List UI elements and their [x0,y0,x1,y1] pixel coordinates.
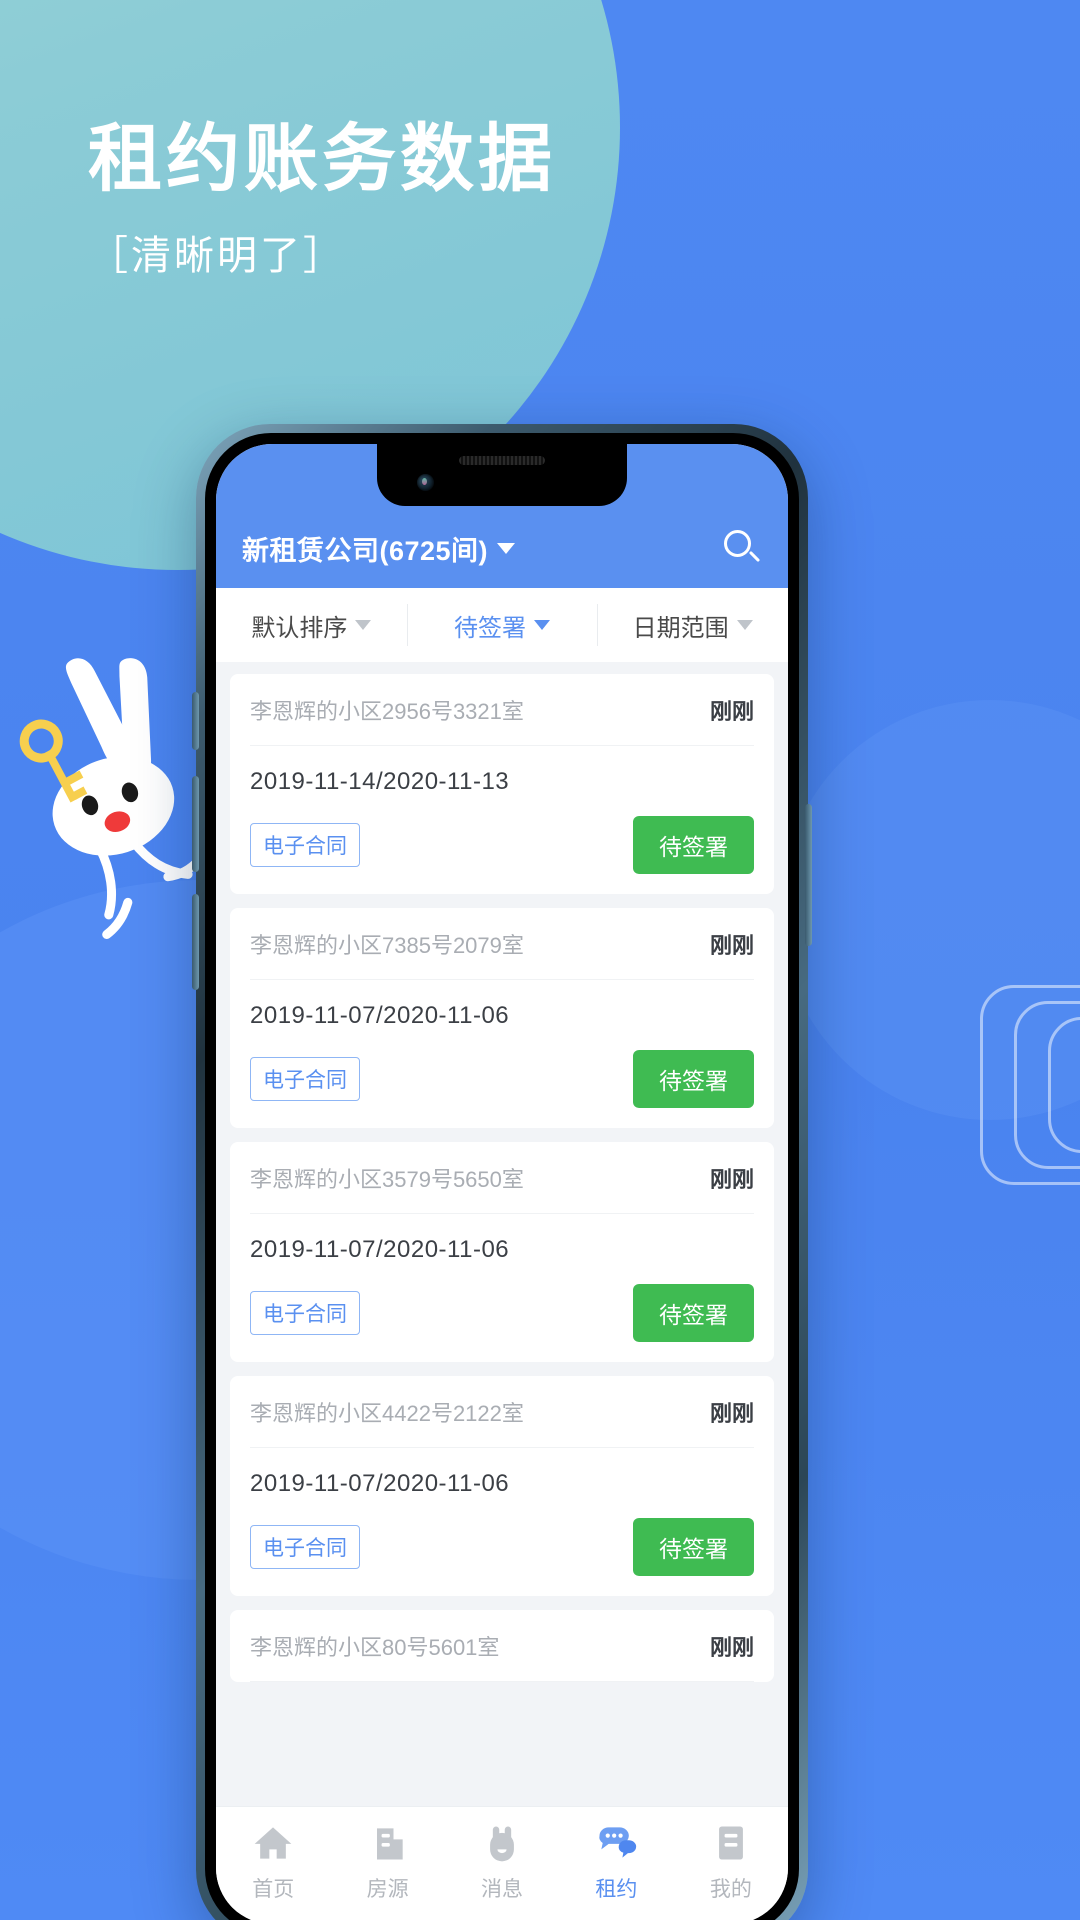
lease-date-range: 2019-11-07/2020-11-06 [250,1002,510,1029]
search-icon[interactable] [722,528,762,568]
tab-leases-label: 租约 [595,1878,638,1901]
phone-notch [377,444,627,506]
chevron-down-icon [355,620,372,630]
tab-listings[interactable]: 房源 [330,1821,444,1903]
earpiece-speaker-icon [459,456,545,465]
document-icon [718,1826,743,1860]
lease-card-header: 李恩辉的小区7385号2079室 刚刚 [250,908,754,980]
lease-card-body: 2019-11-14/2020-11-13 电子合同 待签署 [250,746,754,894]
lease-card[interactable]: 李恩辉的小区2956号3321室 刚刚 2019-11-14/2020-11-1… [230,674,774,894]
phone-volume-up-button[interactable] [192,776,199,872]
phone-volume-down-button[interactable] [192,894,199,990]
contract-type-tag: 电子合同 [250,1057,360,1101]
phone-power-button[interactable] [805,804,812,946]
filter-date-range-label: 日期范围 [632,614,729,642]
lease-card[interactable]: 李恩辉的小区80号5601室 刚刚 [230,1610,774,1682]
chevron-down-icon [534,620,550,630]
front-camera-icon [417,474,434,491]
lease-address: 李恩辉的小区80号5601室 [250,1634,500,1660]
lease-card-footer: 电子合同 待签署 [250,816,754,874]
tab-messages[interactable]: 消息 [445,1821,559,1903]
tab-messages-label: 消息 [481,1878,524,1901]
tab-leases[interactable]: 租约 [559,1821,673,1903]
lease-timestamp: 刚刚 [709,1166,754,1192]
lease-card-header: 李恩辉的小区2956号3321室 刚刚 [250,674,754,746]
lease-card-footer: 电子合同 待签署 [250,1284,754,1342]
chevron-down-icon [497,542,516,554]
chevron-down-icon [736,620,753,630]
contract-type-tag: 电子合同 [250,1525,360,1569]
promo-headline: 租约账务数据 [88,117,556,200]
phone-device-frame: 新租赁公司(6725间) 默认排序 待签署 日期范围 李恩辉的小区2956号33… [192,424,812,1920]
lease-card[interactable]: 李恩辉的小区7385号2079室 刚刚 2019-11-07/2020-11-0… [230,908,774,1128]
home-icon [254,1827,292,1859]
lease-status-button[interactable]: 待签署 [633,816,754,874]
phone-screen: 新租赁公司(6725间) 默认排序 待签署 日期范围 李恩辉的小区2956号33… [216,444,788,1920]
contract-type-tag: 电子合同 [250,1291,360,1335]
phone-bezel: 新租赁公司(6725间) 默认排序 待签署 日期范围 李恩辉的小区2956号33… [205,433,799,1920]
lease-card-body: 2019-11-07/2020-11-06 电子合同 待签署 [250,1214,754,1362]
lease-list[interactable]: 李恩辉的小区2956号3321室 刚刚 2019-11-14/2020-11-1… [216,662,788,1806]
filter-status-label: 待签署 [454,614,526,642]
tab-profile[interactable]: 我的 [674,1821,788,1903]
lease-card-header: 李恩辉的小区3579号5650室 刚刚 [250,1142,754,1214]
ring-lines-decoration [840,955,1080,1215]
tab-home[interactable]: 首页 [216,1821,330,1903]
rabbit-icon [490,1826,514,1862]
lease-timestamp: 刚刚 [709,1634,754,1660]
tab-profile-label: 我的 [709,1878,752,1901]
lease-date-range: 2019-11-14/2020-11-13 [250,768,510,795]
lease-card-footer: 电子合同 待签署 [250,1050,754,1108]
tab-home-label: 首页 [252,1878,295,1901]
promo-text-block: 租约账务数据 ［清晰明了］ [88,118,556,281]
lease-address: 李恩辉的小区7385号2079室 [250,932,524,958]
tab-listings-label: 房源 [366,1878,409,1901]
lease-card-body: 2019-11-07/2020-11-06 电子合同 待签署 [250,1448,754,1596]
lease-card-footer: 电子合同 待签署 [250,1518,754,1576]
building-icon [376,1828,403,1860]
contract-type-tag: 电子合同 [250,823,360,867]
phone-mute-switch[interactable] [192,692,199,750]
lease-card[interactable]: 李恩辉的小区3579号5650室 刚刚 2019-11-07/2020-11-0… [230,1142,774,1362]
lease-card[interactable]: 李恩辉的小区4422号2122室 刚刚 2019-11-07/2020-11-0… [230,1376,774,1596]
lease-address: 李恩辉的小区4422号2122室 [250,1400,524,1426]
bottom-tab-bar: 首页 房源 消息 租约 我的 [216,1806,788,1920]
company-name-label: 新租赁公司(6725间) [242,535,489,566]
lease-address: 李恩辉的小区2956号3321室 [250,698,524,724]
filter-sort[interactable]: 默认排序 [216,588,407,662]
chat-bubbles-icon [599,1827,637,1858]
filter-date-range[interactable]: 日期范围 [597,588,788,662]
lease-timestamp: 刚刚 [709,1400,754,1426]
lease-card-header: 李恩辉的小区80号5601室 刚刚 [250,1610,754,1682]
lease-address: 李恩辉的小区3579号5650室 [250,1166,524,1192]
filter-sort-label: 默认排序 [251,614,348,642]
promo-subheadline: ［清晰明了］ [88,234,346,279]
lease-status-button[interactable]: 待签署 [633,1050,754,1108]
lease-card-body: 2019-11-07/2020-11-06 电子合同 待签署 [250,980,754,1128]
lease-status-button[interactable]: 待签署 [633,1284,754,1342]
lease-date-range: 2019-11-07/2020-11-06 [250,1470,510,1497]
lease-date-range: 2019-11-07/2020-11-06 [250,1236,510,1263]
filter-status[interactable]: 待签署 [406,588,598,662]
lease-timestamp: 刚刚 [709,698,754,724]
company-selector[interactable]: 新租赁公司(6725间) [242,529,516,568]
lease-timestamp: 刚刚 [709,932,754,958]
lease-card-header: 李恩辉的小区4422号2122室 刚刚 [250,1376,754,1448]
filter-bar: 默认排序 待签署 日期范围 [216,588,788,662]
lease-status-button[interactable]: 待签署 [633,1518,754,1576]
